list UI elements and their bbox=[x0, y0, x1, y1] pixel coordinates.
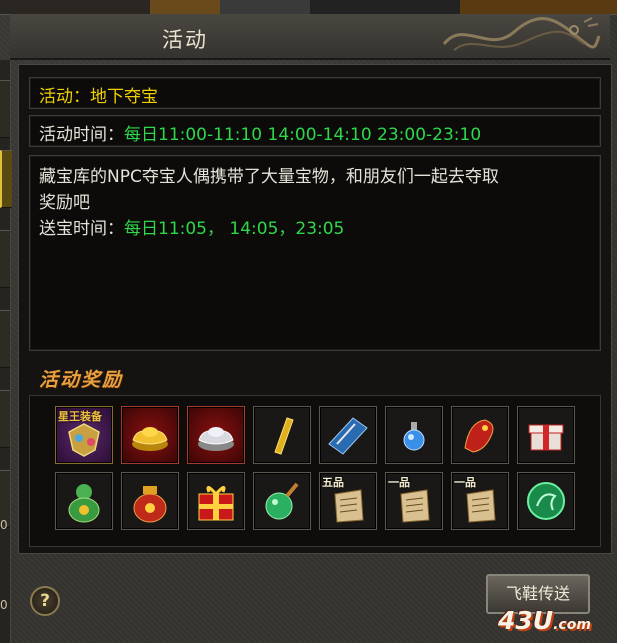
reward-grid: 星王装备 五品 一品 一品 bbox=[29, 395, 601, 547]
blue-potion-icon bbox=[403, 422, 425, 451]
red-dragon-item-icon bbox=[464, 419, 494, 453]
green-jade-orb-icon bbox=[527, 482, 565, 520]
watermark-logo: 43U.com bbox=[498, 606, 591, 635]
gift-box-icon bbox=[528, 424, 564, 451]
event-time-label: 活动时间： bbox=[39, 125, 124, 145]
blue-book-icon bbox=[328, 417, 368, 455]
reward-slot[interactable]: 五品 bbox=[319, 472, 377, 530]
left-tab[interactable] bbox=[0, 80, 10, 138]
reward-slot[interactable] bbox=[187, 472, 245, 530]
window-title: 活动 bbox=[162, 28, 208, 52]
green-potion-flask-icon bbox=[265, 482, 299, 520]
delivery-time-value: 每日11:05， 14:05，23:05 bbox=[124, 219, 345, 239]
dragon-ornament-icon bbox=[442, 17, 601, 51]
event-time-value: 每日11:00-11:10 14:00-14:10 23:00-23:10 bbox=[124, 125, 482, 145]
reward-slot[interactable] bbox=[517, 406, 575, 464]
red-gift-box-icon bbox=[198, 486, 234, 521]
reward-slot[interactable] bbox=[517, 472, 575, 530]
reward-tag: 五品 bbox=[322, 476, 344, 489]
reward-slot[interactable] bbox=[121, 472, 179, 530]
reward-tag: 一品 bbox=[454, 476, 476, 489]
reward-slot[interactable]: 一品 bbox=[451, 472, 509, 530]
reward-slot[interactable] bbox=[121, 406, 179, 464]
event-name-label: 活动： bbox=[39, 87, 90, 107]
event-name-box: 活动：地下夺宝 bbox=[29, 77, 601, 109]
rewards-header: 活动奖励 bbox=[39, 369, 124, 391]
description-line: 藏宝库的NPC夺宝人偶携带了大量宝物，和朋友们一起去夺取 bbox=[39, 167, 499, 187]
reward-slot[interactable]: 一品 bbox=[385, 472, 443, 530]
reward-tag: 星王装备 bbox=[58, 410, 102, 423]
edge-label: 0 bbox=[0, 598, 8, 612]
description-line: 奖励吧 bbox=[39, 193, 90, 213]
silver-ingot-icon bbox=[198, 427, 234, 451]
red-treasure-bag-icon bbox=[133, 486, 167, 523]
left-tab[interactable] bbox=[0, 310, 10, 368]
delivery-time-label: 送宝时间： bbox=[39, 219, 124, 239]
reward-slot[interactable] bbox=[187, 406, 245, 464]
reward-slot[interactable] bbox=[253, 472, 311, 530]
event-name: 地下夺宝 bbox=[90, 87, 158, 107]
left-tab-active[interactable] bbox=[0, 150, 12, 208]
event-time-box: 活动时间：每日11:00-11:10 14:00-14:10 23:00-23:… bbox=[29, 115, 601, 147]
activity-panel: 活动：地下夺宝 活动时间：每日11:00-11:10 14:00-14:10 2… bbox=[18, 64, 612, 554]
gold-bar-icon bbox=[274, 417, 294, 455]
reward-slot[interactable] bbox=[385, 406, 443, 464]
reward-slot[interactable] bbox=[253, 406, 311, 464]
title-bar[interactable]: 活动 bbox=[10, 14, 610, 60]
left-tab[interactable] bbox=[0, 230, 10, 288]
top-strip bbox=[0, 0, 617, 15]
reward-slot[interactable]: 星王装备 bbox=[55, 406, 113, 464]
help-button[interactable]: ? bbox=[30, 586, 60, 616]
left-tab[interactable] bbox=[0, 390, 10, 448]
reward-slot[interactable] bbox=[319, 406, 377, 464]
reward-tag: 一品 bbox=[388, 476, 410, 489]
lucky-gourd-bag-icon bbox=[68, 484, 100, 523]
gold-ingot-icon bbox=[132, 427, 168, 451]
reward-slot[interactable] bbox=[451, 406, 509, 464]
event-description-box: 藏宝库的NPC夺宝人偶携带了大量宝物，和朋友们一起去夺取 奖励吧 送宝时间：每日… bbox=[29, 155, 601, 351]
edge-label: 0 bbox=[0, 518, 8, 532]
reward-slot[interactable] bbox=[55, 472, 113, 530]
